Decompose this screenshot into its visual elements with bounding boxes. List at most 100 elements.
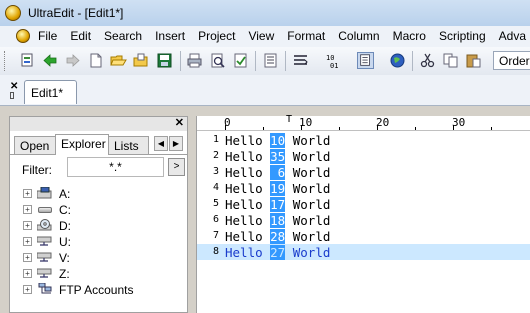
tree-item-u[interactable]: + U: bbox=[10, 233, 187, 249]
close-icon[interactable]: ✕ bbox=[10, 81, 18, 92]
ruler-tick bbox=[301, 125, 302, 130]
tab-edit1[interactable]: Edit1* bbox=[24, 80, 77, 104]
expand-icon[interactable]: + bbox=[23, 237, 32, 246]
tree-item-label: V: bbox=[59, 251, 70, 265]
column-selection: 27 bbox=[270, 245, 286, 260]
editor-line[interactable]: 4 Hello 19 World bbox=[197, 180, 530, 196]
cd-drive-icon bbox=[37, 219, 52, 231]
tree-item-c[interactable]: + C: bbox=[10, 201, 187, 217]
menu-search[interactable]: Search bbox=[104, 29, 142, 43]
tree-item-z[interactable]: + Z: bbox=[10, 265, 187, 281]
expand-icon[interactable]: + bbox=[23, 285, 32, 294]
new-project-icon[interactable] bbox=[19, 52, 36, 69]
editor-line[interactable]: 3 Hello 6 World bbox=[197, 164, 530, 180]
toolbar-separator bbox=[412, 51, 413, 71]
document-menu-icon[interactable] bbox=[16, 29, 30, 43]
document-icon[interactable] bbox=[262, 52, 279, 69]
open-file-icon[interactable] bbox=[133, 52, 150, 69]
line-number: 7 bbox=[212, 230, 219, 241]
column-ruler: 0 10 20 30 T bbox=[197, 114, 530, 131]
menu-project[interactable]: Project bbox=[198, 29, 235, 43]
editor-line[interactable]: 5 Hello 17 World bbox=[197, 196, 530, 212]
editor-area[interactable]: 0 10 20 30 T 1 Hello 10 World 2 Hello 35… bbox=[196, 114, 530, 313]
editor-line[interactable]: 7 Hello 28 World bbox=[197, 228, 530, 244]
copy-icon[interactable] bbox=[442, 52, 459, 69]
editor-line[interactable]: 2 Hello 35 World bbox=[197, 148, 530, 164]
ftp-accounts-icon bbox=[38, 283, 52, 294]
editor-line[interactable]: 1 Hello 10 World bbox=[197, 132, 530, 148]
forward-arrow-icon[interactable] bbox=[64, 52, 81, 69]
toolbar-grip[interactable] bbox=[4, 51, 8, 71]
open-folder-icon[interactable] bbox=[110, 52, 127, 69]
line-text: World bbox=[285, 245, 331, 260]
menu-file[interactable]: File bbox=[38, 29, 57, 43]
network-drive-icon bbox=[37, 252, 52, 262]
spell-check-icon[interactable] bbox=[232, 52, 249, 69]
menu-advanced[interactable]: Adva bbox=[499, 29, 526, 43]
editor-line-current[interactable]: 8 Hello 27 World bbox=[197, 244, 530, 260]
expand-icon[interactable]: + bbox=[23, 253, 32, 262]
print-icon[interactable] bbox=[186, 52, 203, 69]
globe-icon[interactable] bbox=[389, 52, 406, 69]
ruler-tick bbox=[491, 127, 492, 130]
network-drive-icon bbox=[37, 268, 52, 278]
tab-open[interactable]: Open bbox=[14, 136, 56, 154]
column-mode-icon[interactable] bbox=[357, 52, 374, 69]
line-text: Hello bbox=[225, 133, 271, 148]
line-text: World bbox=[285, 149, 331, 164]
hex-mode-icon[interactable]: 1001 bbox=[325, 52, 342, 69]
line-text: World bbox=[285, 213, 331, 228]
print-preview-icon[interactable] bbox=[209, 52, 226, 69]
hard-drive-icon bbox=[37, 203, 53, 215]
tab-lists[interactable]: Lists bbox=[108, 136, 149, 154]
expand-icon[interactable]: + bbox=[23, 221, 32, 230]
line-number: 4 bbox=[212, 182, 219, 193]
line-text: Hello bbox=[225, 181, 271, 196]
menu-format[interactable]: Format bbox=[287, 29, 325, 43]
menu-view[interactable]: View bbox=[248, 29, 274, 43]
tree-item-ftp-accounts[interactable]: + FTP Accounts bbox=[10, 281, 187, 297]
tab-scroll-right-icon[interactable]: ▶ bbox=[169, 136, 183, 151]
close-pane-icon[interactable]: ✕ bbox=[175, 116, 184, 129]
cut-icon[interactable] bbox=[419, 52, 436, 69]
menu-edit[interactable]: Edit bbox=[70, 29, 91, 43]
menu-insert[interactable]: Insert bbox=[155, 29, 185, 43]
ruler-tick bbox=[415, 127, 416, 130]
column-selection: 6 bbox=[270, 165, 286, 180]
back-arrow-icon[interactable] bbox=[42, 52, 59, 69]
order-dropdown[interactable]: Order bbox=[493, 51, 530, 70]
pane-splitter[interactable] bbox=[190, 108, 195, 313]
tree-item-label: U: bbox=[59, 235, 71, 249]
menu-macro[interactable]: Macro bbox=[393, 29, 426, 43]
apply-filter-button[interactable]: > bbox=[168, 158, 185, 176]
tree-item-label: D: bbox=[59, 219, 71, 233]
expand-icon[interactable]: + bbox=[23, 269, 32, 278]
filter-input[interactable]: *.* bbox=[67, 157, 164, 177]
pin-icon[interactable] bbox=[10, 92, 14, 99]
editor-line[interactable]: 6 Hello 18 World bbox=[197, 212, 530, 228]
toolbar-separator bbox=[285, 51, 286, 71]
paste-icon[interactable] bbox=[465, 52, 482, 69]
line-number: 3 bbox=[212, 166, 219, 177]
ruler-tick bbox=[377, 125, 378, 130]
file-explorer-pane: ✕ Open Explorer Lists ◀ ▶ Filter: *.* > … bbox=[9, 116, 188, 313]
line-text: Hello bbox=[225, 213, 271, 228]
tab-scroll-left-icon[interactable]: ◀ bbox=[154, 136, 168, 151]
menu-scripting[interactable]: Scripting bbox=[439, 29, 486, 43]
word-wrap-icon[interactable] bbox=[292, 52, 309, 69]
save-icon[interactable] bbox=[156, 52, 173, 69]
filter-label: Filter: bbox=[22, 163, 52, 177]
toolbar-separator bbox=[180, 51, 181, 71]
menu-column[interactable]: Column bbox=[338, 29, 379, 43]
new-file-icon[interactable] bbox=[87, 52, 104, 69]
tree-item-v[interactable]: + V: bbox=[10, 249, 187, 265]
tree-item-d[interactable]: + D: bbox=[10, 217, 187, 233]
line-number: 2 bbox=[212, 150, 219, 161]
line-text: Hello bbox=[225, 149, 271, 164]
expand-icon[interactable]: + bbox=[23, 189, 32, 198]
line-text: World bbox=[285, 229, 331, 244]
expand-icon[interactable]: + bbox=[23, 205, 32, 214]
tree-item-a[interactable]: + A: bbox=[10, 185, 187, 201]
column-selection: 35 bbox=[270, 149, 286, 164]
tab-explorer[interactable]: Explorer bbox=[55, 134, 109, 155]
